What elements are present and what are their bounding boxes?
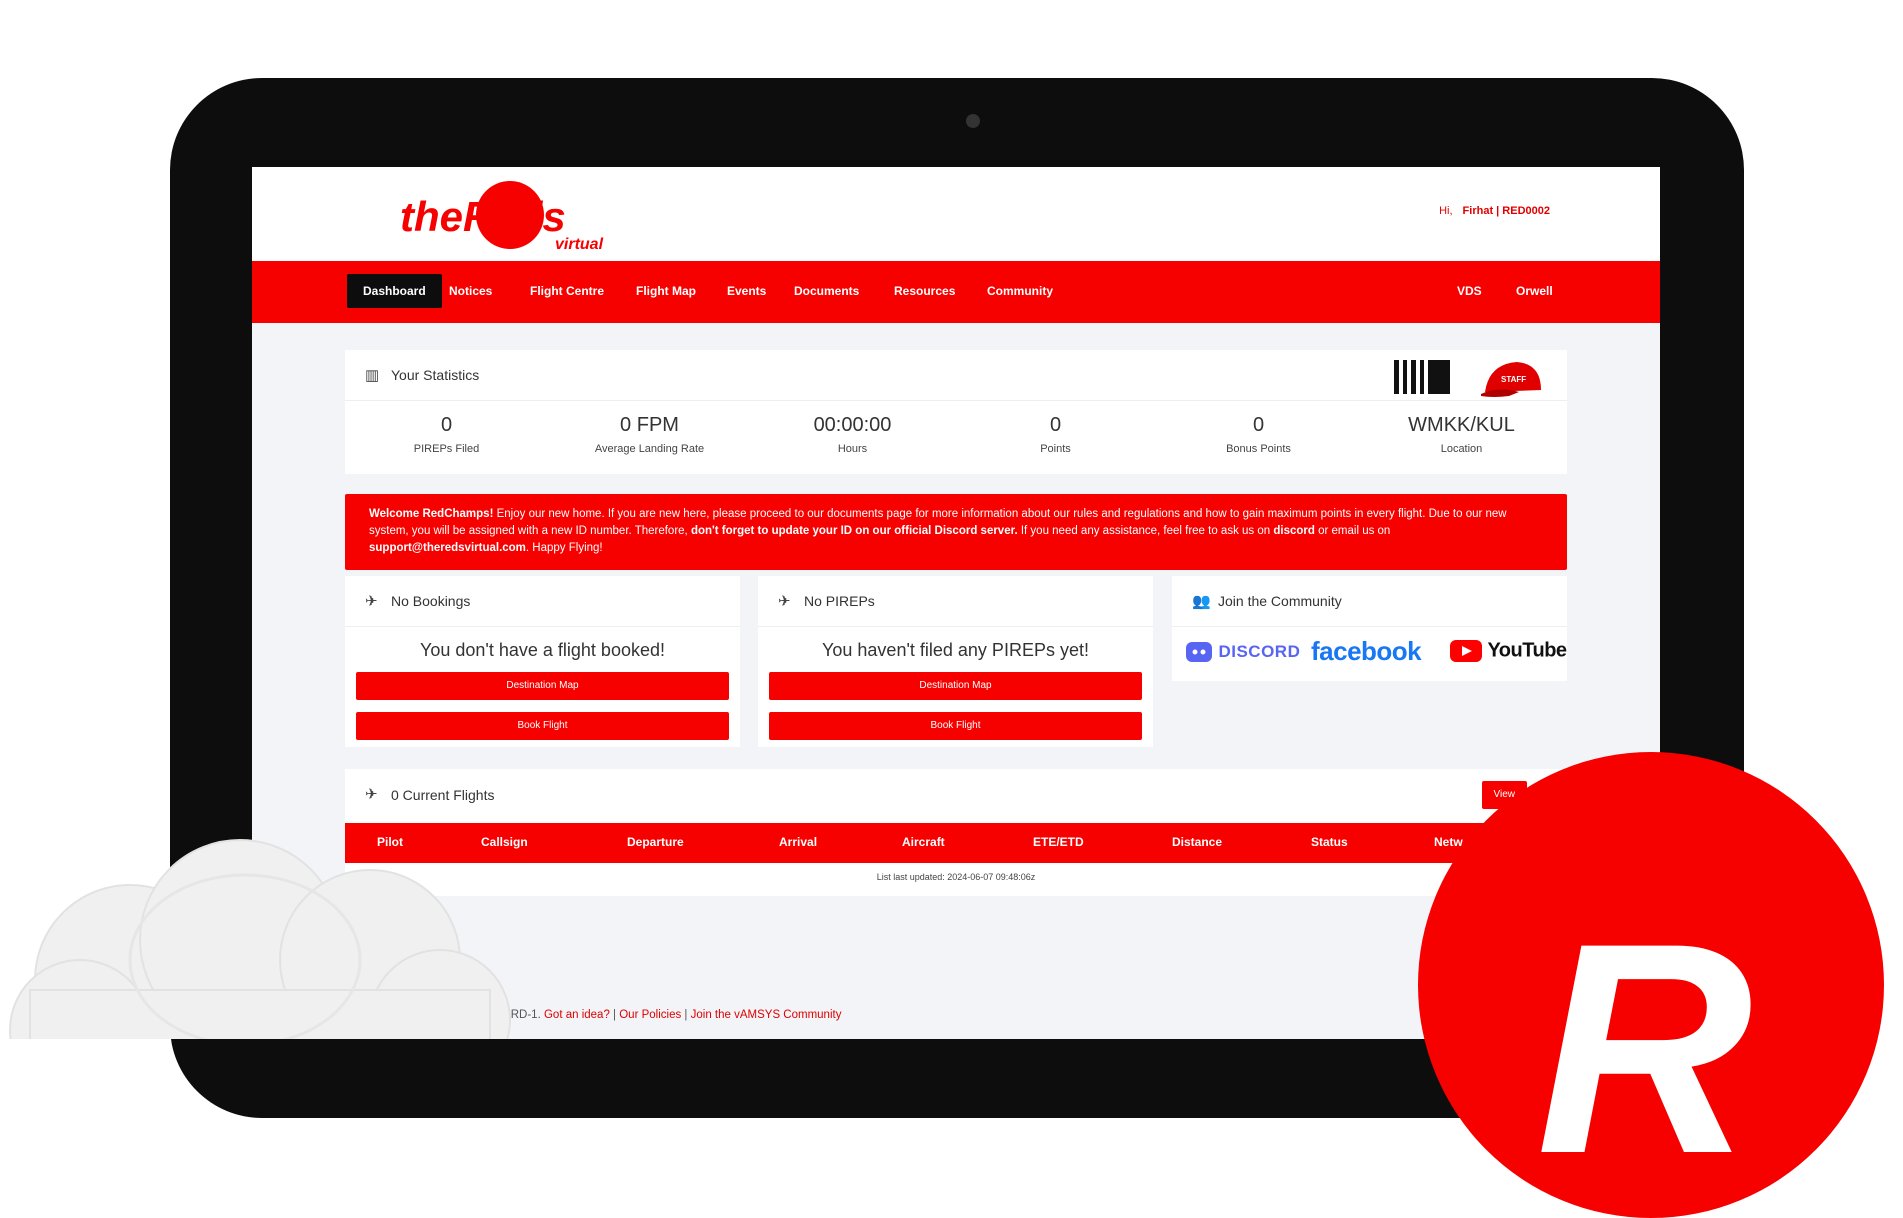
statistics-title: Your Statistics xyxy=(391,367,480,383)
stat-location: WMKK/KUL Location xyxy=(1360,414,1563,455)
facebook-link[interactable]: facebook xyxy=(1311,636,1422,667)
nav-dashboard[interactable]: Dashboard xyxy=(347,274,442,308)
pireps-card: ✈ No PIREPs You haven't filed any PIREPs… xyxy=(758,576,1153,747)
stat-value: 0 FPM xyxy=(620,414,679,436)
bookings-message: You don't have a flight booked! xyxy=(420,640,665,660)
stat-value: 00:00:00 xyxy=(813,414,892,436)
stat-label: Location xyxy=(1440,443,1483,455)
footer: ved by PRD-1. Got an idea? | Our Policie… xyxy=(466,1009,841,1021)
pireps-header: ✈ No PIREPs xyxy=(758,576,1153,627)
discord-icon xyxy=(1186,642,1212,662)
col-status[interactable]: Status xyxy=(1311,835,1348,849)
stat-value: 0 xyxy=(1049,414,1062,436)
plane-icon: ✈ xyxy=(365,593,378,610)
flights-table-header: Pilot Callsign Departure Arrival Aircraf… xyxy=(345,823,1567,863)
alert-text-2: If you need any assistance, feel free to… xyxy=(1017,525,1274,537)
stat-points: 0 Points xyxy=(954,414,1157,455)
user-name: Firhat | RED0002 xyxy=(1462,205,1550,217)
stat-bonus-points: 0 Bonus Points xyxy=(1157,414,1360,455)
greeting-text: Hi, xyxy=(1439,205,1453,217)
svg-text:virtual: virtual xyxy=(555,236,604,253)
main-nav: Dashboard Notices Flight Centre Flight M… xyxy=(252,261,1660,323)
community-header: 👥 Join the Community xyxy=(1172,576,1567,627)
stat-value: 0 xyxy=(440,414,453,436)
footer-idea-link[interactable]: Got an idea? xyxy=(544,1009,610,1021)
bookings-header: ✈ No Bookings xyxy=(345,576,740,627)
nav-community[interactable]: Community xyxy=(971,274,1069,308)
stat-label: Bonus Points xyxy=(1226,443,1291,455)
plane-icon: ✈ xyxy=(365,786,378,803)
alert-email-link[interactable]: support@theredsvirtual.com xyxy=(369,542,526,554)
stat-label: Points xyxy=(1040,443,1071,455)
col-arrival[interactable]: Arrival xyxy=(779,835,817,849)
stat-value: 0 xyxy=(1252,414,1265,436)
nav-flight-map[interactable]: Flight Map xyxy=(620,274,712,308)
bookings-title: No Bookings xyxy=(391,593,471,609)
svg-text:R: R xyxy=(1536,880,1753,1216)
community-card: 👥 Join the Community DISCORD facebook Yo… xyxy=(1172,576,1567,681)
current-flights-card: ✈ 0 Current Flights View Pilot Callsign … xyxy=(345,769,1567,896)
footer-vamsys-link[interactable]: Join the vAMSYS Community xyxy=(691,1009,842,1021)
col-aircraft[interactable]: Aircraft xyxy=(902,835,945,849)
reds-r-badge: R xyxy=(1418,752,1884,1218)
cloud-decoration xyxy=(9,839,511,1039)
stat-label: Average Landing Rate xyxy=(594,443,705,455)
list-updated-text: List last updated: 2024-06-07 09:48:06z xyxy=(876,872,1036,882)
youtube-label: YouTube xyxy=(1487,639,1567,662)
pireps-title: No PIREPs xyxy=(804,593,875,609)
svg-text:STAFF: STAFF xyxy=(1501,375,1526,384)
book-flight-button[interactable]: Book Flight xyxy=(769,712,1142,740)
discord-link[interactable]: DISCORD xyxy=(1184,638,1300,666)
youtube-icon xyxy=(1450,640,1482,662)
chart-icon: ▥ xyxy=(365,367,380,384)
stat-label: Hours xyxy=(837,443,868,455)
alert-discord-link[interactable]: discord xyxy=(1273,525,1315,537)
plane-icon: ✈ xyxy=(778,593,791,610)
discord-label: DISCORD xyxy=(1218,642,1301,661)
nav-flight-centre[interactable]: Flight Centre xyxy=(514,274,620,308)
nav-notices[interactable]: Notices xyxy=(433,274,508,308)
nav-resources[interactable]: Resources xyxy=(878,274,971,308)
stat-hours: 00:00:00 Hours xyxy=(751,414,954,455)
col-ete-etd[interactable]: ETE/ETD xyxy=(1033,835,1084,849)
col-distance[interactable]: Distance xyxy=(1172,835,1222,849)
stat-label: PIREPs Filed xyxy=(413,443,480,455)
user-greeting[interactable]: Hi, Firhat | RED0002 xyxy=(1439,205,1550,217)
statistics-header: ▥ Your Statistics STAFF xyxy=(345,350,1567,401)
staff-cap-icon: STAFF xyxy=(1481,362,1541,397)
col-departure[interactable]: Departure xyxy=(627,835,684,849)
barcode-icon xyxy=(1394,360,1450,394)
stat-value: WMKK/KUL xyxy=(1408,414,1515,436)
nav-vds[interactable]: VDS xyxy=(1441,274,1498,308)
book-flight-button[interactable]: Book Flight xyxy=(356,712,729,740)
nav-orwell[interactable]: Orwell xyxy=(1500,274,1569,308)
svg-text:theReds: theReds xyxy=(400,193,566,240)
site-header: theReds virtual Hi, Firhat | RED0002 xyxy=(252,167,1660,261)
alert-text-4: . Happy Flying! xyxy=(525,542,603,554)
pireps-message: You haven't filed any PIREPs yet! xyxy=(822,640,1089,660)
statistics-card: ▥ Your Statistics STAFF 0 PIREPs Filed 0 … xyxy=(345,350,1567,474)
welcome-alert: Welcome RedChamps! Enjoy our new home. I… xyxy=(345,494,1567,570)
alert-bold-1: Welcome RedChamps! xyxy=(369,508,494,520)
nav-documents[interactable]: Documents xyxy=(778,274,875,308)
nav-events[interactable]: Events xyxy=(711,274,782,308)
stat-landing-rate: 0 FPM Average Landing Rate xyxy=(548,414,751,455)
destination-map-button[interactable]: Destination Map xyxy=(769,672,1142,700)
destination-map-button[interactable]: Destination Map xyxy=(356,672,729,700)
users-icon: 👥 xyxy=(1192,593,1211,610)
alert-text-3: or email us on xyxy=(1314,525,1391,537)
bookings-card: ✈ No Bookings You don't have a flight bo… xyxy=(345,576,740,747)
stat-pireps-filed: 0 PIREPs Filed xyxy=(345,414,548,455)
alert-bold-2: don't forget to update your ID on our of… xyxy=(690,525,1018,537)
flights-title: 0 Current Flights xyxy=(391,787,495,803)
camera-dot xyxy=(966,114,980,128)
brand-logo[interactable]: theReds virtual xyxy=(398,181,628,255)
youtube-link[interactable]: YouTube xyxy=(1449,638,1567,664)
footer-policies-link[interactable]: Our Policies xyxy=(619,1009,681,1021)
community-title: Join the Community xyxy=(1218,593,1342,609)
